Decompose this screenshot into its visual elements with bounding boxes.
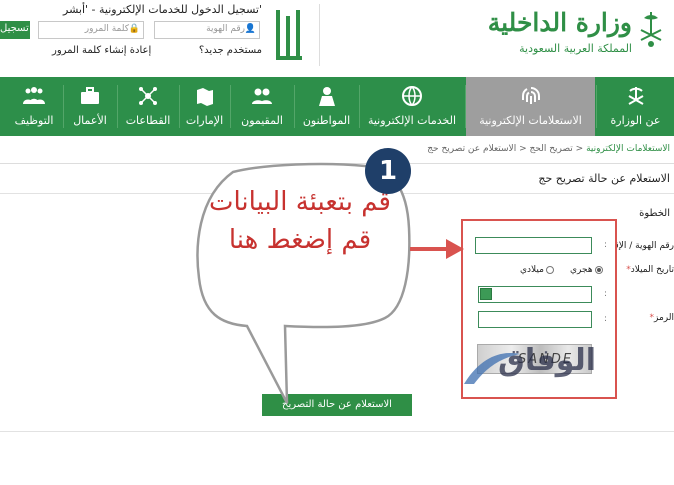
ministry-title: وزارة الداخلية <box>487 8 632 37</box>
captcha-input[interactable] <box>478 311 592 328</box>
absher-logo-icon[interactable] <box>270 6 310 64</box>
birth-date-label: *تاريخ الميلاد <box>626 265 674 275</box>
step-number-badge: 1 <box>365 148 411 194</box>
national-id-field[interactable]: 👤 رقم الهوية <box>154 21 260 39</box>
globe-icon <box>402 86 422 106</box>
birth-date-input[interactable] <box>478 286 592 303</box>
nav-label: الإمارات <box>185 114 224 127</box>
nav-label: الخدمات الإلكترونية <box>367 114 457 127</box>
nav-item-sectors[interactable]: القطاعات <box>118 77 178 136</box>
site-header: وزارة الداخلية المملكة العربية السعودية … <box>0 0 674 76</box>
callout-text: قم بتعبئة البيانات قم إضغط هنا <box>209 187 391 255</box>
header-divider <box>319 4 320 66</box>
gregorian-radio[interactable]: ميلادي <box>520 265 554 275</box>
network-icon <box>139 87 157 105</box>
login-button[interactable]: تسجيل <box>0 21 30 39</box>
nav-item-residents[interactable]: المقيمون <box>231 77 293 136</box>
nav-separator <box>596 85 597 128</box>
ministry-logo[interactable]: وزارة الداخلية المملكة العربية السعودية <box>488 4 666 64</box>
nav-label: الأعمال <box>73 114 107 127</box>
national-id-placeholder: رقم الهوية <box>206 24 245 34</box>
reset-password-link[interactable]: إعادة إنشاء كلمة المرور <box>52 45 151 56</box>
hint-icon: : <box>604 314 608 324</box>
step-label: الخطوة <box>639 208 670 219</box>
nav-label: المقيمون <box>241 114 283 127</box>
group-icon <box>23 87 45 104</box>
password-field[interactable]: 🔒 كلمة المرور <box>38 21 144 39</box>
password-placeholder: كلمة المرور <box>84 24 129 34</box>
calendar-icon[interactable] <box>480 288 492 300</box>
nav-separator <box>179 85 180 128</box>
nav-label: عن الوزارة <box>610 114 661 127</box>
watermark: الوفاق <box>498 343 597 378</box>
nav-item-emirates[interactable]: الإمارات <box>180 77 229 136</box>
national-id-input[interactable] <box>475 237 592 254</box>
nav-separator <box>63 85 64 128</box>
breadcrumb-link-e-inquiries[interactable]: الاستعلامات الإلكترونية <box>586 144 670 154</box>
main-navigation: عن الوزارة الاستعلامات الإلكترونية الخدم… <box>0 77 674 136</box>
breadcrumb: الاستعلامات الإلكترونية < تصريح الحج < ا… <box>427 144 670 154</box>
nav-item-about-ministry[interactable]: عن الوزارة <box>597 77 674 136</box>
captcha-label: *الرمز <box>649 313 674 323</box>
radio-unchecked-icon <box>545 265 554 274</box>
breadcrumb-separator-icon: < <box>516 144 527 154</box>
divider <box>0 431 674 432</box>
nav-separator <box>465 85 466 128</box>
ministry-subtitle: المملكة العربية السعودية <box>519 42 632 55</box>
nav-label: المواطنون <box>302 114 351 127</box>
nav-item-e-services[interactable]: الخدمات الإلكترونية <box>360 77 464 136</box>
hint-icon: : <box>604 289 608 299</box>
nav-item-citizens[interactable]: المواطنون <box>295 77 358 136</box>
fingerprint-icon <box>521 87 540 104</box>
emblem-icon <box>628 87 643 105</box>
gregorian-label: ميلادي <box>520 265 544 275</box>
login-title: تسجيل الدخول للخدمات الإلكترونية - 'أبشر… <box>63 3 262 16</box>
nav-separator <box>117 85 118 128</box>
briefcase-icon <box>81 87 99 104</box>
nav-separator <box>230 85 231 128</box>
arrow-right-icon <box>410 239 464 259</box>
nav-item-e-inquiries[interactable]: الاستعلامات الإلكترونية <box>466 77 595 136</box>
lock-icon: 🔒 <box>128 24 140 34</box>
people-icon <box>252 88 272 104</box>
nav-label: التوظيف <box>14 114 54 127</box>
nav-separator <box>359 85 360 128</box>
person-icon <box>318 87 335 106</box>
page-title: الاستعلام عن حالة تصريح حج <box>538 172 670 185</box>
hijri-label: هجري <box>570 265 593 275</box>
user-icon: 👤 <box>244 24 256 34</box>
nav-item-business[interactable]: الأعمال <box>64 77 116 136</box>
nav-label: الاستعلامات الإلكترونية <box>479 114 582 127</box>
nav-label: القطاعات <box>125 114 171 127</box>
breadcrumb-separator-icon: < <box>572 144 584 154</box>
nav-separator <box>294 85 295 128</box>
breadcrumb-current: الاستعلام عن تصريح حج <box>427 144 517 154</box>
new-user-link[interactable]: مستخدم جديد؟ <box>199 45 262 56</box>
hint-icon: : <box>604 240 608 250</box>
breadcrumb-link-hajj-permit[interactable]: تصريح الحج <box>529 144 572 154</box>
map-icon <box>196 88 213 106</box>
nav-item-employment[interactable]: التوظيف <box>6 77 62 136</box>
radio-checked-icon <box>594 265 603 274</box>
emblem-icon <box>640 12 662 47</box>
hijri-radio[interactable]: هجري <box>570 265 603 275</box>
